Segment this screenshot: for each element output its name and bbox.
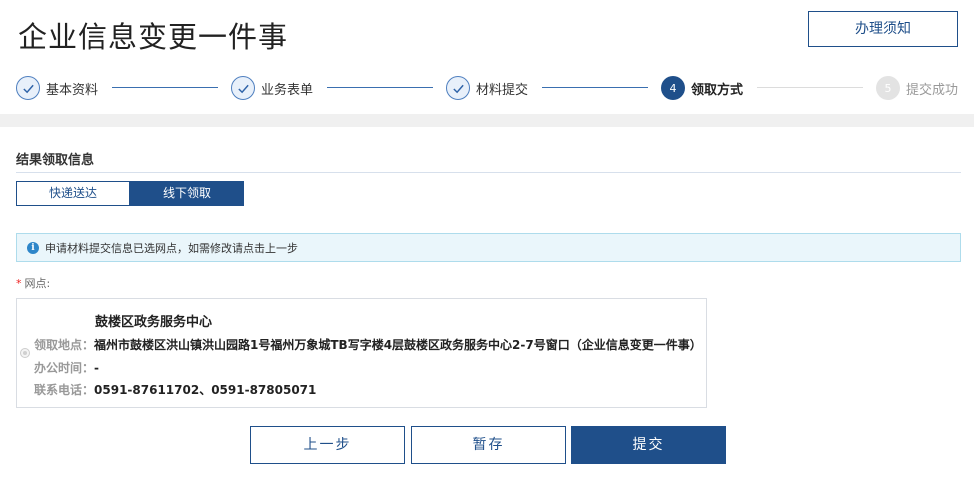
step-pickup-method: 4 领取方式 (661, 74, 743, 102)
step-connector (542, 87, 648, 88)
check-icon (16, 76, 40, 100)
point-name: 鼓楼区政务服务中心 (95, 315, 213, 330)
tab-express-delivery[interactable]: 快递送达 (16, 181, 130, 206)
notice-button[interactable]: 办理须知 (808, 11, 958, 47)
check-icon (446, 76, 470, 100)
hours-value: - (94, 361, 99, 375)
check-icon (231, 76, 255, 100)
delivery-tabs: 快递送达 线下领取 (16, 181, 244, 206)
progress-steps: 基本资料 业务表单 材料提交 4 领取方式 5 提交成功 (0, 74, 974, 102)
step-label: 材料提交 (476, 82, 529, 98)
hours-key: 办公时间： (34, 361, 95, 375)
step-label: 领取方式 (691, 82, 744, 98)
page-header: 企业信息变更一件事 办理须知 基本资料 业务表单 材料提交 4 领取方式 5 提… (0, 0, 974, 114)
field-label-text: 网点: (24, 277, 51, 290)
form-actions: 上一步 暂存 提交 (0, 426, 974, 464)
step-materials: 材料提交 (446, 74, 528, 102)
step-connector (327, 87, 433, 88)
info-icon: i (27, 241, 39, 254)
step-connector (757, 87, 863, 88)
alert-text: 申请材料提交信息已选网点，如需修改请点击上一步 (45, 241, 298, 255)
page-title: 企业信息变更一件事 (18, 20, 289, 54)
step-connector (112, 87, 218, 88)
section-title: 结果领取信息 (16, 153, 95, 168)
point-hours-row: 办公时间：- (34, 359, 99, 376)
pickup-card: 结果领取信息 快递送达 线下领取 i 申请材料提交信息已选网点，如需修改请点击上… (0, 127, 974, 481)
point-phone-row: 联系电话：0591-87611702、0591-87805071 (34, 381, 316, 398)
point-address-row: 领取地点：福州市鼓楼区洪山镇洪山园路1号福州万象城TB写字楼4层鼓楼区政务服务中… (34, 336, 702, 353)
tab-offline-pickup[interactable]: 线下领取 (130, 181, 244, 206)
service-point-option[interactable]: 鼓楼区政务服务中心 领取地点：福州市鼓楼区洪山镇洪山园路1号福州万象城TB写字楼… (16, 298, 707, 408)
address-key: 领取地点： (34, 338, 95, 352)
step-label: 基本资料 (46, 82, 99, 98)
section-divider (16, 172, 961, 173)
info-alert: i 申请材料提交信息已选网点，如需修改请点击上一步 (16, 233, 961, 262)
step-label: 提交成功 (906, 82, 959, 98)
field-label-point: * 网点: (16, 275, 50, 291)
step-business-form: 业务表单 (231, 74, 313, 102)
save-draft-button[interactable]: 暂存 (411, 426, 566, 464)
submit-button[interactable]: 提交 (571, 426, 726, 464)
phone-value: 0591-87611702、0591-87805071 (94, 383, 317, 397)
required-mark: * (16, 277, 22, 290)
step-label: 业务表单 (261, 82, 314, 98)
step-basic-info: 基本资料 (16, 74, 98, 102)
point-radio[interactable] (20, 348, 30, 358)
phone-key: 联系电话： (34, 383, 95, 397)
prev-step-button[interactable]: 上一步 (250, 426, 405, 464)
address-value: 福州市鼓楼区洪山镇洪山园路1号福州万象城TB写字楼4层鼓楼区政务服务中心2-7号… (94, 338, 702, 352)
step-number: 5 (876, 76, 900, 100)
step-number: 4 (661, 76, 685, 100)
step-success: 5 提交成功 (876, 74, 958, 102)
